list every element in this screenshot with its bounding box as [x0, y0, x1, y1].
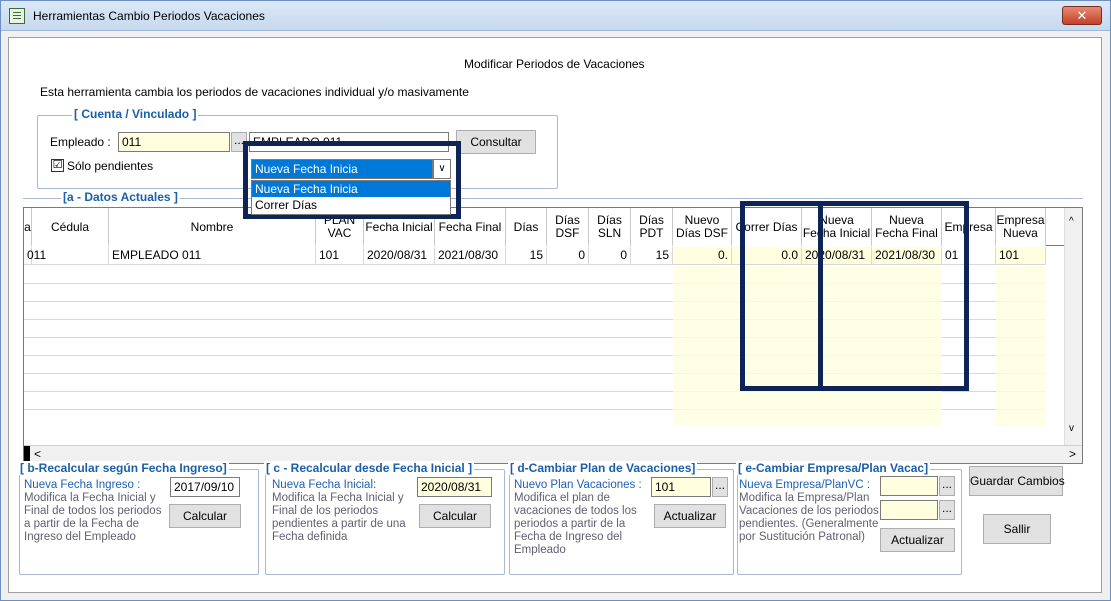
close-button[interactable]: ✕ — [1062, 6, 1102, 25]
employee-code-input[interactable]: 011 — [118, 132, 230, 152]
company-browse-button[interactable]: ... — [939, 476, 955, 496]
mode-select-toggle[interactable]: ∨ — [433, 159, 451, 179]
title-bar: Herramientas Cambio Periodos Vacaciones … — [1, 1, 1110, 31]
col-header-nuevo-dias-dsf[interactable]: Nuevo Días DSF — [673, 208, 732, 246]
cell-plan-vac[interactable]: 101 — [316, 247, 364, 265]
group-d-description: Nuevo Plan Vacaciones : Modifica el plan… — [514, 479, 654, 557]
scroll-right-icon[interactable]: > — [1069, 447, 1076, 461]
page-title: Modificar Periodos de Vacaciones — [464, 57, 645, 71]
only-pending-checkbox[interactable]: ☑ — [51, 159, 64, 172]
col-header-empresa-nueva[interactable]: Empresa Nueva — [996, 208, 1046, 246]
actualizar-d-button[interactable]: Actualizar — [654, 504, 726, 528]
group-b-desc-text: Modifica la Fecha Inicial y Final de tod… — [24, 492, 162, 543]
group-c-description: Nueva Fecha Inicial: Modifica la Fecha I… — [272, 479, 412, 544]
group-b-title: [ b-Recalcular según Fecha Ingreso] — [18, 461, 229, 475]
group-e-title: [ e-Cambiar Empresa/Plan Vacac] — [736, 461, 931, 475]
editable-col-fill-c — [996, 266, 1046, 426]
col-header-cedula[interactable]: Cédula — [32, 208, 109, 246]
cell-dias-dsf[interactable]: 0 — [547, 247, 589, 265]
col-header-dias-sln[interactable]: Días SLN — [589, 208, 631, 246]
group-b-desc-head: Nueva Fecha Ingreso : — [24, 479, 141, 491]
app-window: Herramientas Cambio Periodos Vacaciones … — [0, 0, 1111, 601]
grid-vertical-scrollbar[interactable]: ^ v — [1064, 208, 1082, 446]
scroll-up-icon[interactable]: ^ — [1069, 216, 1074, 227]
group-b-description: Nueva Fecha Ingreso : Modifica la Fecha … — [24, 479, 164, 544]
col-header-dias-pdt[interactable]: Días PDT — [631, 208, 673, 246]
col-header-dias[interactable]: Días — [506, 208, 547, 246]
group-e-desc-text: Modifica la Empresa/Plan Vacaciones de l… — [739, 492, 879, 543]
group-d-title: [ d-Cambiar Plan de Vacaciones] — [508, 461, 698, 475]
datos-divider — [23, 198, 1083, 199]
datos-group-title: [a - Datos Actuales ] — [61, 190, 180, 204]
cell-fecha-final[interactable]: 2021/08/30 — [435, 247, 506, 265]
mode-select-options[interactable]: Nueva Fecha Inicia Correr Días — [251, 180, 451, 215]
app-icon — [9, 8, 25, 24]
option-correr-dias[interactable]: Correr Días — [252, 197, 450, 213]
cuenta-group-title: [ Cuenta / Vinculado ] — [72, 107, 199, 121]
group-c-desc-text: Modifica la Fecha Inicial y Final de los… — [272, 492, 406, 543]
save-changes-button[interactable]: Guardar Cambios — [969, 466, 1065, 496]
col-header-dias-dsf[interactable]: Días DSF — [547, 208, 589, 246]
highlight-correr-dias — [740, 201, 823, 391]
calcular-b-button[interactable]: Calcular — [169, 504, 241, 528]
actualizar-e-button[interactable]: Actualizar — [880, 528, 955, 552]
option-nueva-fecha[interactable]: Nueva Fecha Inicia — [252, 181, 450, 197]
group-d-desc-head: Nuevo Plan Vacaciones : — [514, 479, 642, 491]
mode-select[interactable]: Nueva Fecha Inicia — [251, 159, 433, 179]
cell-dias[interactable]: 15 — [506, 247, 547, 265]
group-e-desc-head: Nueva Empresa/PlanVC : — [739, 479, 871, 491]
employee-label: Empleado : — [50, 135, 111, 149]
consult-button[interactable]: Consultar — [456, 130, 536, 154]
cell-nombre[interactable]: EMPLEADO 011 — [109, 247, 316, 265]
new-company-input[interactable] — [880, 476, 938, 496]
group-c-title: [ c - Recalcular desde Fecha Inicial ] — [264, 461, 475, 475]
col-header-indicator: a — [24, 208, 32, 246]
group-d-desc-text: Modifica el plan de vacaciones de todos … — [514, 492, 637, 556]
plan-browse-button[interactable]: ... — [712, 477, 728, 497]
group-c-desc-head: Nueva Fecha Inicial: — [272, 479, 377, 491]
group-e-description: Nueva Empresa/PlanVC : Modifica la Empre… — [739, 479, 879, 544]
cell-fecha-inicial[interactable]: 2020/08/31 — [364, 247, 435, 265]
only-pending-label: Sólo pendientes — [67, 159, 154, 173]
new-company-plan-input[interactable] — [880, 500, 938, 520]
chevron-down-icon: ∨ — [438, 163, 446, 174]
highlight-nuevas-fechas — [818, 201, 969, 391]
new-start-date-input[interactable]: 2020/08/31 — [417, 477, 492, 497]
new-plan-input[interactable]: 101 — [651, 477, 711, 497]
window-title: Herramientas Cambio Periodos Vacaciones — [33, 9, 265, 23]
cell-nuevo-dias-dsf[interactable]: 0. — [673, 247, 732, 265]
scroll-down-icon[interactable]: v — [1069, 423, 1074, 434]
client-area: Modificar Periodos de Vacaciones Esta he… — [8, 37, 1102, 593]
cell-dias-sln[interactable]: 0 — [589, 247, 631, 265]
cell-dias-pdt[interactable]: 15 — [631, 247, 673, 265]
calcular-c-button[interactable]: Calcular — [419, 504, 491, 528]
page-description: Esta herramienta cambia los periodos de … — [40, 85, 469, 99]
new-ingress-date-input[interactable]: 2017/09/10 — [170, 477, 240, 497]
cell-cedula[interactable]: 011 — [24, 247, 109, 265]
scroll-left-icon[interactable]: < — [34, 447, 41, 461]
exit-button[interactable]: Sallir — [983, 514, 1051, 544]
company-plan-browse-button[interactable]: ... — [939, 500, 955, 520]
cell-empresa-nueva[interactable]: 101 — [996, 247, 1046, 265]
